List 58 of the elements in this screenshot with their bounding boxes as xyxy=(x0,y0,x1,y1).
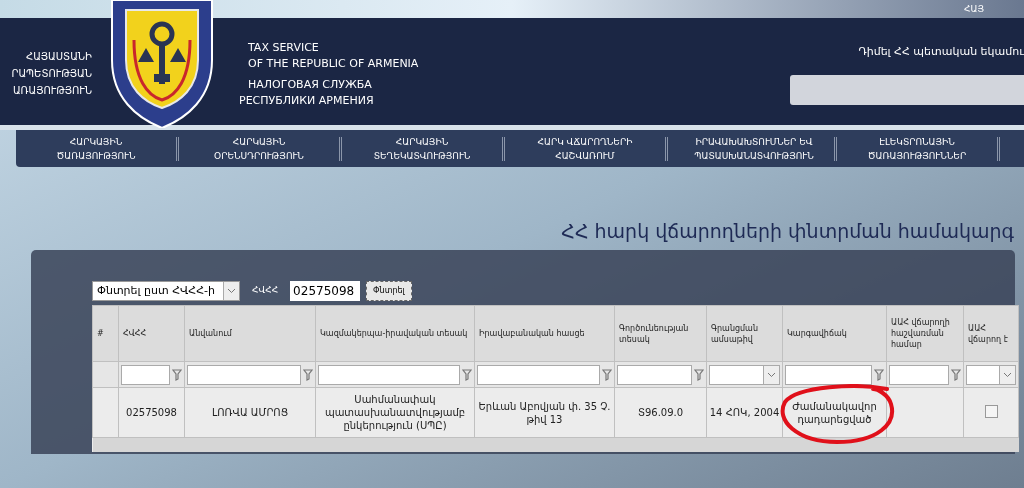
filter-icon[interactable] xyxy=(172,368,182,381)
table-cell: 14 ՀՈԿ, 2004 xyxy=(706,387,783,438)
column-header: Կարգավիճակ xyxy=(782,305,887,362)
search-button[interactable]: Փնտրել xyxy=(366,281,412,301)
table-cell: Տ96.09.0 xyxy=(614,387,707,438)
nav-item[interactable]: ՀԱՐԿԱՅԻՆ ԾԱՌԱՅՈՒԹՅՈՒՆ xyxy=(16,134,176,163)
table-cell: ԼՈՌՎԱ ԱՄՐՈՑ xyxy=(184,387,316,438)
filter-icon[interactable] xyxy=(694,368,704,381)
nav-item[interactable]: ՀԱՐԿԱՅԻՆ ՕՐԵՆՍԴՐՈՒԹՅՈՒՆ xyxy=(179,134,339,163)
vat-payer-checkbox[interactable] xyxy=(984,404,998,418)
table-cell: Սահմանափակ պատասխանատվությամբ ընկերություն (ՍՊԸ) xyxy=(315,387,475,438)
filter-icon[interactable] xyxy=(462,368,472,381)
filter-field[interactable] xyxy=(187,364,301,385)
column-header: ՀՎՀՀ xyxy=(118,305,185,362)
filter-field[interactable] xyxy=(889,364,949,385)
column-header: Իրավաբանական հասցե xyxy=(474,305,615,362)
nav-item[interactable]: ԷԼԵԿՏՐՈՆԱՅԻՆ ԾԱՌԱՅՈՒԹՅՈՒՆՆԵՐ xyxy=(837,134,997,163)
filter-field[interactable] xyxy=(477,364,600,385)
org-name-line: ՐԱՊԵՏՈՒԹՅԱՆ xyxy=(11,67,92,81)
status-text: Ժամանակավոր դադարեցված xyxy=(791,399,878,426)
nav-item[interactable]: ԻՐԱՎԱԽԱԽՏՈՒՄՆԵՐ ԵՎ ՊԱՏԱՍԽԱՆԱՏՎՈՒԹՅՈՒՆ xyxy=(674,134,834,163)
column-header: Կազմակերպա-իրավական տեսակ xyxy=(315,305,475,362)
nav-item[interactable]: ՀԱՐԿ ՎՃԱՐՈՂՆԵՐԻ ՀԱՇՎԱՌՈՒՄ xyxy=(505,134,665,163)
nav-item[interactable]: ՀԱՐԿԱՅԻՆ ՏԵՂԵԿԱՏՎՈՒԹՅՈՒՆ xyxy=(342,134,502,163)
filter-icon[interactable] xyxy=(602,368,612,381)
filter-icon[interactable] xyxy=(303,368,313,381)
table-cell: 02575098 xyxy=(118,387,185,438)
russian-title-line: НАЛОГОВАЯ СЛУЖБА xyxy=(248,77,373,93)
column-header: # xyxy=(92,305,119,362)
filter-field[interactable] xyxy=(785,364,872,385)
table-cell: Երևան Աբովյան փ. 35 Չ. թիվ 13 xyxy=(474,387,615,438)
filter-field[interactable] xyxy=(318,364,460,385)
chevron-down-icon xyxy=(1003,371,1012,378)
column-header: Անվանում xyxy=(184,305,316,362)
column-header: Գրանցման ամսաթիվ xyxy=(706,305,783,362)
tin-field[interactable]: 02575098 xyxy=(290,281,361,301)
language-link[interactable]: ՀԱՅ xyxy=(964,4,984,14)
org-name-line: ՀԱՅԱՍՏԱՆԻ xyxy=(26,50,92,64)
search-mode-dropdown[interactable]: Փնտրել ըստ ՀՎՀՀ-ի xyxy=(92,281,240,301)
column-header: ԱԱՀ վճարողի հաշվառման համար xyxy=(886,305,964,362)
appeal-link[interactable]: Դիմել ՀՀ պետական եկամու xyxy=(858,44,1024,61)
filter-field[interactable] xyxy=(121,364,170,385)
field-label: ՀՎՀՀ xyxy=(252,284,279,298)
english-title-line: OF THE REPUBLIC OF ARMENIA xyxy=(248,56,419,72)
filter-icon[interactable] xyxy=(951,368,961,381)
page-title: ՀՀ հարկ վճարողների փնտրման համակարգ xyxy=(561,219,1014,244)
chevron-down-icon xyxy=(227,288,236,294)
org-name-line: ԱՌԱՅՈՒԹՅՈՒՆ xyxy=(12,84,92,98)
russian-title-line: РЕСПУБЛИКИ АРМЕНИЯ xyxy=(239,93,375,109)
chevron-down-icon xyxy=(767,371,776,378)
filter-dropdown[interactable] xyxy=(709,364,780,385)
column-header: Գործունեության տեսակ xyxy=(614,305,707,362)
english-title-line: TAX SERVICE xyxy=(248,40,320,56)
search-field[interactable] xyxy=(790,74,1024,105)
filter-dropdown[interactable] xyxy=(966,364,1016,385)
filter-field[interactable] xyxy=(617,364,692,385)
column-header: ԱԱՀ վճարող է xyxy=(963,305,1019,362)
filter-icon[interactable] xyxy=(874,368,884,381)
